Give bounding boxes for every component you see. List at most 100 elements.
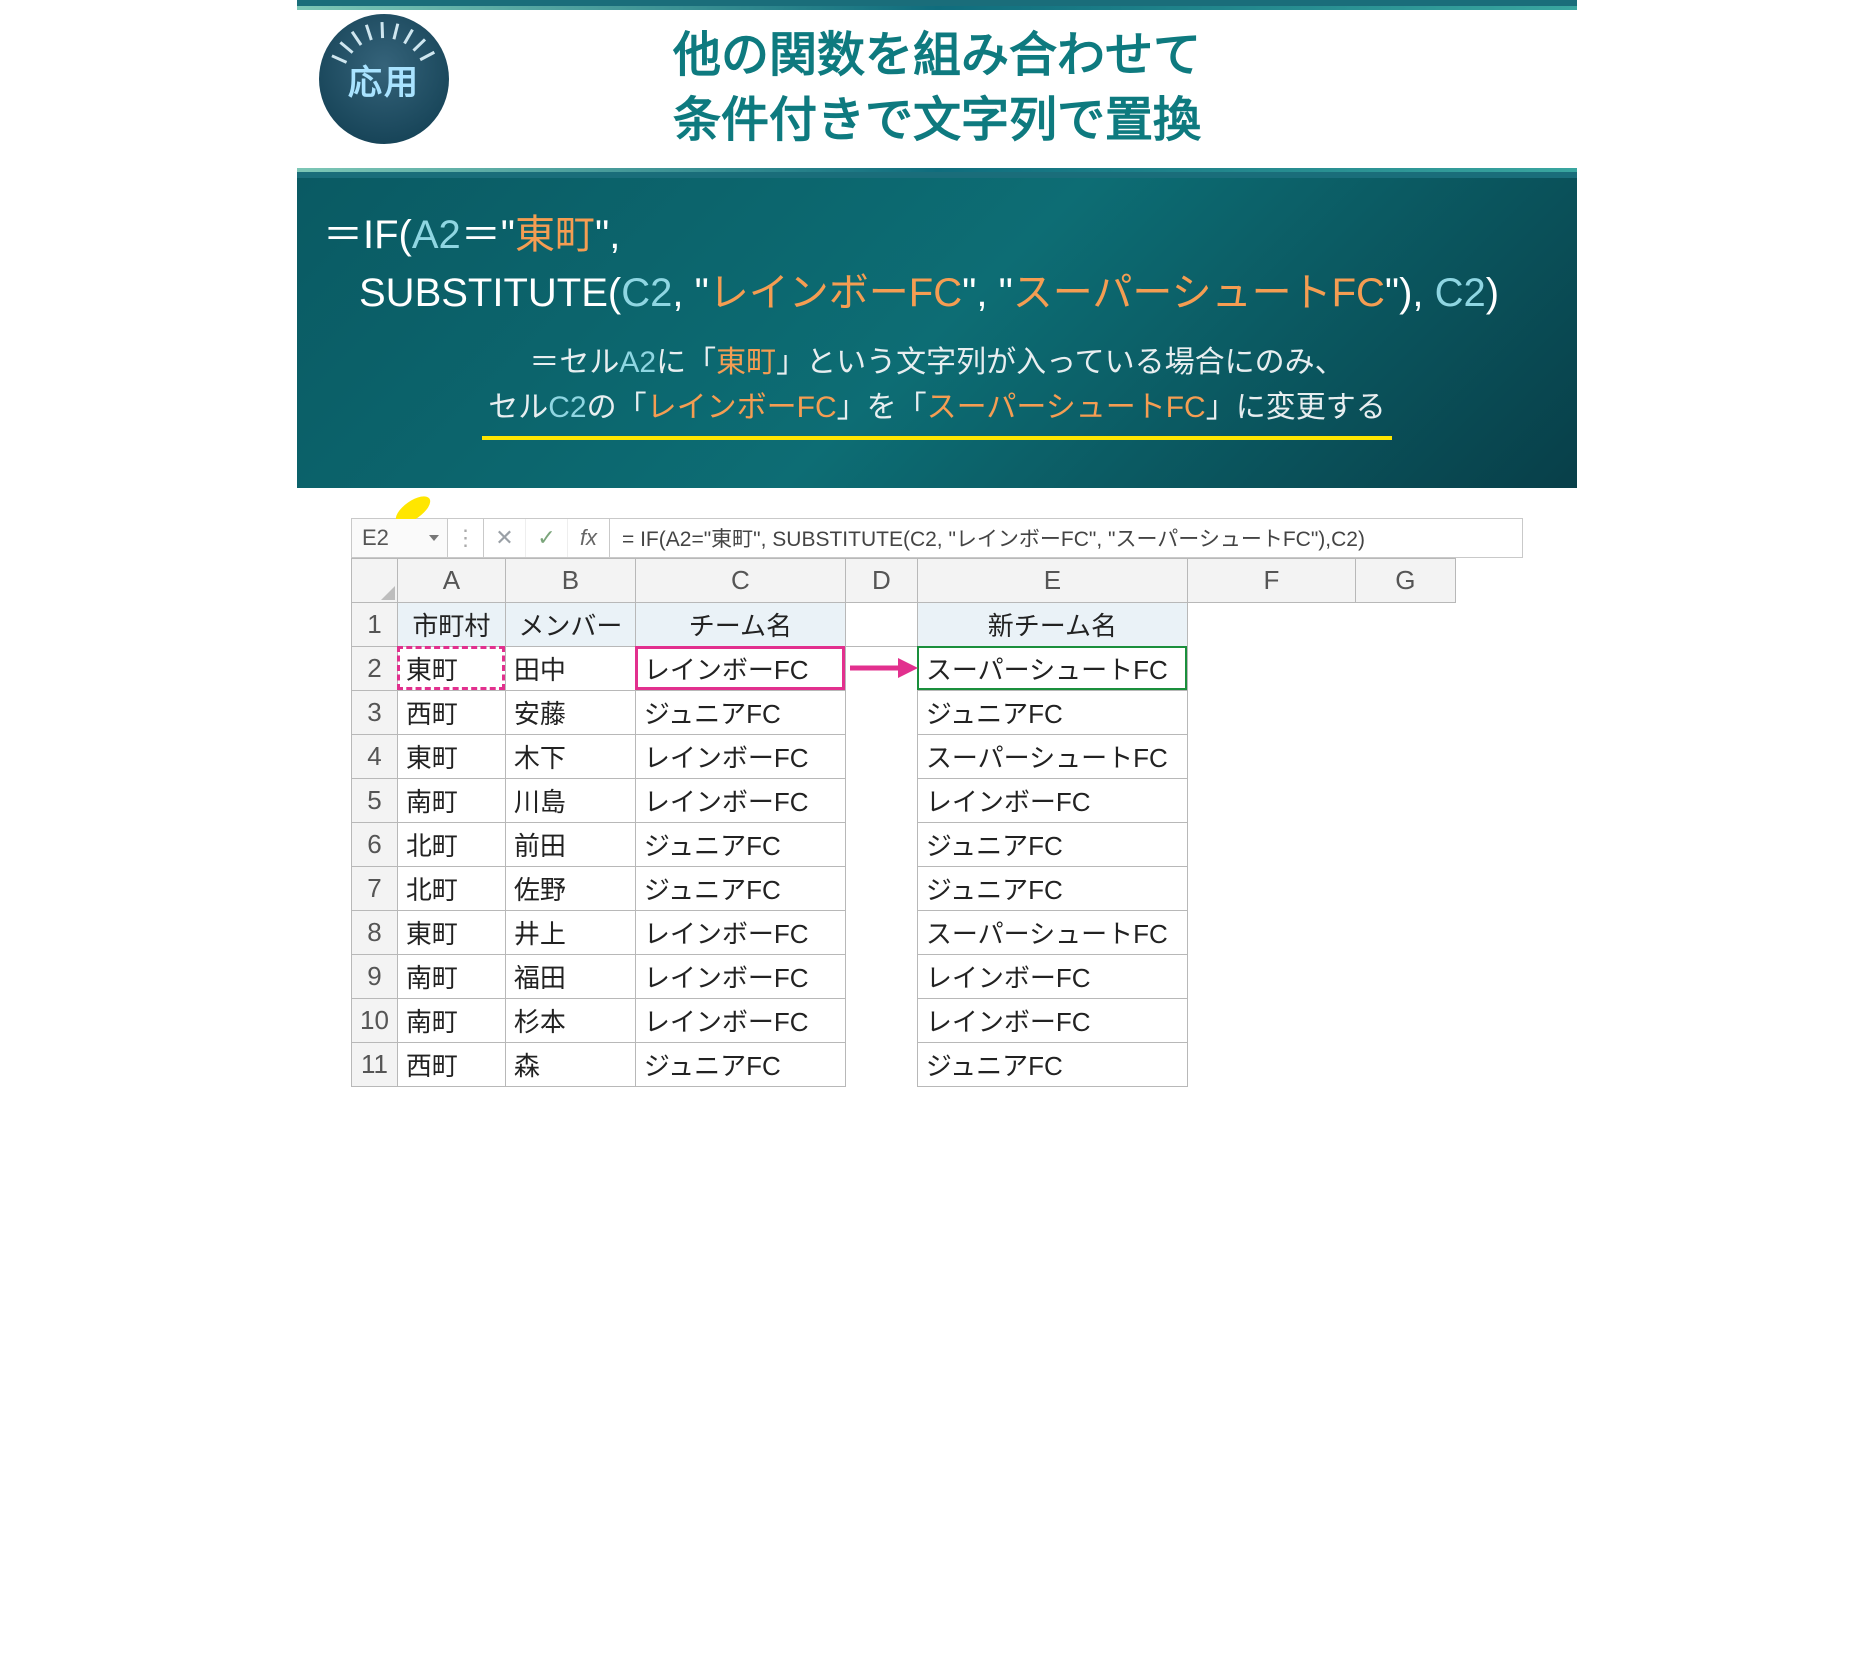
cell[interactable]: 福田 — [505, 954, 635, 998]
cell[interactable]: 杉本 — [505, 998, 635, 1042]
col-header-G[interactable]: G — [1355, 558, 1455, 602]
cell[interactable] — [1187, 778, 1355, 822]
cell[interactable]: レインボーFC — [917, 998, 1187, 1042]
cell[interactable]: ジュニアFC — [635, 690, 845, 734]
row-header[interactable]: 2 — [352, 646, 398, 690]
name-box[interactable]: E2 — [352, 519, 448, 557]
cell[interactable]: 田中 — [505, 646, 635, 690]
cell[interactable] — [1355, 822, 1455, 866]
cell[interactable]: レインボーFC — [917, 954, 1187, 998]
cell[interactable]: 川島 — [505, 778, 635, 822]
cell[interactable]: 森 — [505, 1042, 635, 1086]
row-header[interactable]: 5 — [352, 778, 398, 822]
cell[interactable]: 北町 — [397, 866, 505, 910]
cell[interactable] — [1187, 998, 1355, 1042]
cell[interactable]: 佐野 — [505, 866, 635, 910]
cell[interactable] — [1355, 866, 1455, 910]
cell[interactable]: レインボーFC — [635, 910, 845, 954]
cell[interactable]: 安藤 — [505, 690, 635, 734]
cell[interactable] — [845, 998, 917, 1042]
cell[interactable]: 南町 — [397, 998, 505, 1042]
cell[interactable]: ジュニアFC — [635, 866, 845, 910]
cell[interactable] — [845, 646, 917, 690]
cell[interactable]: チーム名 — [635, 602, 845, 646]
col-header-B[interactable]: B — [505, 558, 635, 602]
row-header[interactable]: 4 — [352, 734, 398, 778]
cell[interactable]: 東町 — [397, 910, 505, 954]
cell[interactable]: レインボーFC — [917, 778, 1187, 822]
cell[interactable]: スーパーシュートFC — [917, 646, 1187, 690]
cell[interactable]: 前田 — [505, 822, 635, 866]
cell[interactable] — [1355, 646, 1455, 690]
cell[interactable] — [845, 1042, 917, 1086]
row-header[interactable]: 10 — [352, 998, 398, 1042]
cancel-formula-icon[interactable]: ✕ — [484, 519, 526, 557]
select-all-corner[interactable] — [352, 558, 398, 602]
cell[interactable]: 東町 — [397, 646, 505, 690]
cell[interactable] — [1187, 646, 1355, 690]
cell[interactable] — [1187, 734, 1355, 778]
cell[interactable] — [1355, 910, 1455, 954]
cell[interactable]: 市町村 — [397, 602, 505, 646]
cell[interactable]: ジュニアFC — [635, 822, 845, 866]
cell[interactable] — [1187, 910, 1355, 954]
cell[interactable] — [845, 866, 917, 910]
cell[interactable]: レインボーFC — [635, 734, 845, 778]
row-header[interactable]: 8 — [352, 910, 398, 954]
col-header-A[interactable]: A — [397, 558, 505, 602]
cell[interactable]: ジュニアFC — [917, 1042, 1187, 1086]
cell[interactable]: 木下 — [505, 734, 635, 778]
cell[interactable] — [845, 954, 917, 998]
cell[interactable] — [1187, 602, 1355, 646]
cell[interactable] — [1187, 1042, 1355, 1086]
cell[interactable]: 北町 — [397, 822, 505, 866]
row-header[interactable]: 6 — [352, 822, 398, 866]
row-header[interactable]: 9 — [352, 954, 398, 998]
col-header-C[interactable]: C — [635, 558, 845, 602]
cell[interactable] — [1187, 690, 1355, 734]
cell[interactable]: 西町 — [397, 690, 505, 734]
cell[interactable]: スーパーシュートFC — [917, 734, 1187, 778]
cell[interactable]: メンバー — [505, 602, 635, 646]
cell[interactable]: 井上 — [505, 910, 635, 954]
cell[interactable]: ジュニアFC — [917, 822, 1187, 866]
row-header[interactable]: 11 — [352, 1042, 398, 1086]
cell[interactable]: 西町 — [397, 1042, 505, 1086]
cell[interactable] — [1355, 1042, 1455, 1086]
cell[interactable] — [1187, 822, 1355, 866]
cell[interactable] — [1355, 602, 1455, 646]
col-header-D[interactable]: D — [845, 558, 917, 602]
cell[interactable]: ジュニアFC — [917, 866, 1187, 910]
cell[interactable]: レインボーFC — [635, 778, 845, 822]
cell[interactable]: 南町 — [397, 778, 505, 822]
cell[interactable]: レインボーFC — [635, 998, 845, 1042]
cell[interactable] — [1187, 954, 1355, 998]
cell[interactable]: 東町 — [397, 734, 505, 778]
cell[interactable]: ジュニアFC — [917, 690, 1187, 734]
cell[interactable]: 新チーム名 — [917, 602, 1187, 646]
cell[interactable] — [845, 690, 917, 734]
confirm-formula-icon[interactable]: ✓ — [526, 519, 568, 557]
row-header[interactable]: 7 — [352, 866, 398, 910]
cell[interactable] — [845, 602, 917, 646]
row-header[interactable]: 1 — [352, 602, 398, 646]
cell[interactable]: ジュニアFC — [635, 1042, 845, 1086]
cell[interactable] — [845, 734, 917, 778]
formula-bar-input[interactable]: = IF(A2="東町", SUBSTITUTE(C2, "レインボーFC", … — [610, 519, 1522, 557]
cell[interactable] — [1355, 954, 1455, 998]
cell[interactable]: レインボーFC — [635, 954, 845, 998]
cell[interactable] — [1355, 734, 1455, 778]
cell[interactable] — [1355, 690, 1455, 734]
cell[interactable]: レインボーFC — [635, 646, 845, 690]
cell[interactable] — [845, 778, 917, 822]
cell[interactable] — [845, 822, 917, 866]
col-header-F[interactable]: F — [1187, 558, 1355, 602]
row-header[interactable]: 3 — [352, 690, 398, 734]
cell[interactable] — [1187, 866, 1355, 910]
cell[interactable]: 南町 — [397, 954, 505, 998]
cell[interactable]: スーパーシュートFC — [917, 910, 1187, 954]
cell[interactable] — [1355, 778, 1455, 822]
col-header-E[interactable]: E — [917, 558, 1187, 602]
insert-function-button[interactable]: fx — [568, 519, 610, 557]
cell[interactable] — [845, 910, 917, 954]
